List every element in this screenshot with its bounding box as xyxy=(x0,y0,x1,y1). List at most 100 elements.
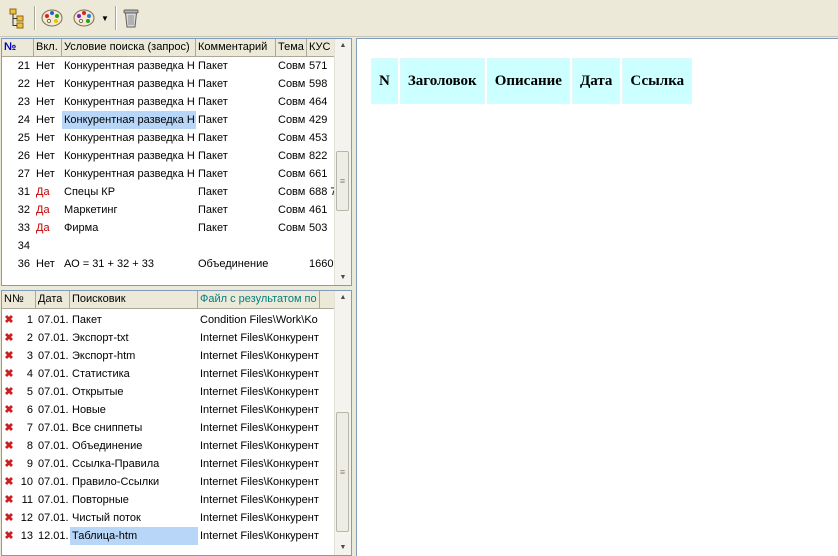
results-col-date[interactable]: Дата xyxy=(36,291,70,308)
results-col-engine[interactable]: Поисковик xyxy=(70,291,198,308)
query-row[interactable]: 24 Нет Конкурентная разведка Н Пакет Совм 429 xyxy=(2,111,335,129)
scroll-up-arrow-icon[interactable]: ▲ xyxy=(335,39,351,53)
cell-enabled: Нет xyxy=(36,96,55,108)
results-col-number[interactable]: N№ xyxy=(2,291,36,308)
tree-icon xyxy=(9,8,24,29)
delete-icon[interactable]: ✖ xyxy=(2,491,16,509)
cell-number: 2 xyxy=(26,332,33,344)
delete-icon[interactable]: ✖ xyxy=(2,365,16,383)
queries-col-theme[interactable]: Тема xyxy=(276,39,307,56)
results-scroll-thumb[interactable]: ≡ xyxy=(336,411,349,532)
cell-kus: 453 xyxy=(309,132,328,144)
delete-icon[interactable]: ✖ xyxy=(2,527,16,545)
delete-icon[interactable]: ✖ xyxy=(2,455,16,473)
queries-col-kus[interactable]: КУС xyxy=(307,39,335,56)
delete-icon[interactable]: ✖ xyxy=(2,401,16,419)
cell-comment: Пакет xyxy=(198,60,228,72)
result-row[interactable]: ✖ 1 07.01. Пакет Condition Files\Work\Ko xyxy=(2,311,335,329)
queries-col-enabled[interactable]: Вкл. xyxy=(34,39,62,56)
scroll-down-arrow-icon[interactable]: ▼ xyxy=(335,271,351,285)
result-row[interactable]: ✖ 8 07.01. Объединение Internet Files\Конкур… xyxy=(2,437,335,455)
cell-file: Internet Files\Конкурент xyxy=(200,440,319,452)
palette-dropdown-button[interactable]: ▼ xyxy=(70,5,112,31)
cell-file: Internet Files\Конкурент xyxy=(200,350,319,362)
palette-icon xyxy=(41,9,63,27)
result-row[interactable]: ✖ 9 07.01. Ссылка-Правила Internet Files\Кон… xyxy=(2,455,335,473)
results-scrollbar[interactable]: ▲ ≡ ▼ xyxy=(334,291,351,555)
cell-enabled: Нет xyxy=(36,258,55,270)
cell-number: 21 xyxy=(17,60,30,72)
queries-col-comment[interactable]: Комментарий xyxy=(196,39,276,56)
toolbar-separator xyxy=(34,6,36,30)
delete-icon[interactable]: ✖ xyxy=(2,419,16,437)
cell-file: Internet Files\Конкурент xyxy=(200,530,319,542)
cell-engine: Пакет xyxy=(72,314,102,326)
queries-col-number[interactable]: № xyxy=(2,39,34,56)
cell-enabled: Нет xyxy=(36,150,55,162)
cell-condition: Конкурентная разведка Н xyxy=(62,111,196,129)
result-row[interactable]: ✖ 11 07.01. Повторные Internet Files\Конкуре… xyxy=(2,491,335,509)
cell-date: 12.01. xyxy=(38,530,69,542)
results-header: N№ Дата Поисковик Файл с результатом по xyxy=(2,291,335,309)
query-row[interactable]: 31 Да Спецы КР Пакет Совм 688 7 xyxy=(2,183,335,201)
trash-button[interactable] xyxy=(120,5,142,31)
queries-scroll-thumb[interactable]: ≡ xyxy=(336,150,349,211)
cell-file: Internet Files\Конкурент xyxy=(200,458,319,470)
cell-kus: 688 7 xyxy=(309,186,335,198)
result-row[interactable]: ✖ 13 12.01. Таблица-htm Internet Files\Конку… xyxy=(2,527,335,545)
cell-condition: Фирма xyxy=(64,222,99,234)
query-row[interactable]: 34 xyxy=(2,237,335,255)
query-row[interactable]: 27 Нет Конкурентная разведка Н Пакет Совм 661 xyxy=(2,165,335,183)
cell-theme: Совм xyxy=(278,78,306,90)
query-row[interactable]: 22 Нет Конкурентная разведка Н Пакет Совм 598 xyxy=(2,75,335,93)
results-col-file[interactable]: Файл с результатом по xyxy=(198,291,320,308)
result-row[interactable]: ✖ 12 07.01. Чистый поток Internet Files\Конк… xyxy=(2,509,335,527)
cell-kus: 822 xyxy=(309,150,328,162)
cell-condition: Конкурентная разведка Н xyxy=(64,60,195,72)
cell-condition: АО = 31 + 32 + 33 xyxy=(64,258,154,270)
result-row[interactable]: ✖ 6 07.01. Новые Internet Files\Конкурент xyxy=(2,401,335,419)
query-row[interactable]: 36 Нет АО = 31 + 32 + 33 Объединение 1660 xyxy=(2,255,335,273)
query-row[interactable]: 32 Да Маркетинг Пакет Совм 461 xyxy=(2,201,335,219)
delete-icon[interactable]: ✖ xyxy=(2,437,16,455)
result-row[interactable]: ✖ 7 07.01. Все сниппеты Internet Files\Конку… xyxy=(2,419,335,437)
cell-comment: Пакет xyxy=(198,96,228,108)
palette-button[interactable] xyxy=(39,5,65,31)
result-row[interactable]: ✖ 5 07.01. Открытые Internet Files\Конкурент xyxy=(2,383,335,401)
cell-engine: Чистый поток xyxy=(72,512,141,524)
cell-kus: 464 xyxy=(309,96,328,108)
cell-engine: Новые xyxy=(72,404,106,416)
scroll-up-arrow-icon[interactable]: ▲ xyxy=(335,291,351,305)
query-row[interactable]: 21 Нет Конкурентная разведка Н Пакет Совм 571 xyxy=(2,57,335,75)
cell-date: 07.01. xyxy=(38,512,69,524)
result-row[interactable]: ✖ 3 07.01. Экспорт-htm Internet Files\Конкур… xyxy=(2,347,335,365)
cell-number: 6 xyxy=(26,404,33,416)
delete-icon[interactable]: ✖ xyxy=(2,383,16,401)
scroll-down-arrow-icon[interactable]: ▼ xyxy=(335,541,351,555)
delete-icon[interactable]: ✖ xyxy=(2,347,16,365)
cell-file: Internet Files\Конкурент xyxy=(200,404,319,416)
cell-enabled xyxy=(34,237,62,255)
delete-icon[interactable]: ✖ xyxy=(2,473,16,491)
queries-scrollbar[interactable]: ▲ ≡ ▼ xyxy=(334,39,351,285)
query-row[interactable]: 25 Нет Конкурентная разведка Н Пакет Совм 453 xyxy=(2,129,335,147)
cell-condition: Спецы КР xyxy=(64,186,116,198)
delete-icon[interactable]: ✖ xyxy=(2,329,16,347)
query-row[interactable]: 26 Нет Конкурентная разведка Н Пакет Совм 822 xyxy=(2,147,335,165)
cell-engine: Открытые xyxy=(72,386,124,398)
queries-col-condition[interactable]: Условие поиска (запрос) xyxy=(62,39,196,56)
cell-engine: Ссылка-Правила xyxy=(72,458,160,470)
tree-view-button[interactable] xyxy=(6,5,30,31)
result-row[interactable]: ✖ 10 07.01. Правило-Ссылки Internet Files\Ко… xyxy=(2,473,335,491)
cell-file: Internet Files\Конкурент xyxy=(200,512,319,524)
toolbar-separator xyxy=(115,6,117,30)
query-row[interactable]: 23 Нет Конкурентная разведка Н Пакет Совм 464 xyxy=(2,93,335,111)
query-row[interactable]: 33 Да Фирма Пакет Совм 503 xyxy=(2,219,335,237)
results-table-header-row: N Заголовок Описание Дата Ссылка xyxy=(371,58,693,104)
delete-icon[interactable]: ✖ xyxy=(2,509,16,527)
delete-icon[interactable]: ✖ xyxy=(2,311,16,329)
result-row[interactable]: ✖ 2 07.01. Экспорт-txt Internet Files\Конкур… xyxy=(2,329,335,347)
cell-comment xyxy=(196,237,276,255)
cell-comment: Пакет xyxy=(198,150,228,162)
result-row[interactable]: ✖ 4 07.01. Статистика Internet Files\Конкуре… xyxy=(2,365,335,383)
